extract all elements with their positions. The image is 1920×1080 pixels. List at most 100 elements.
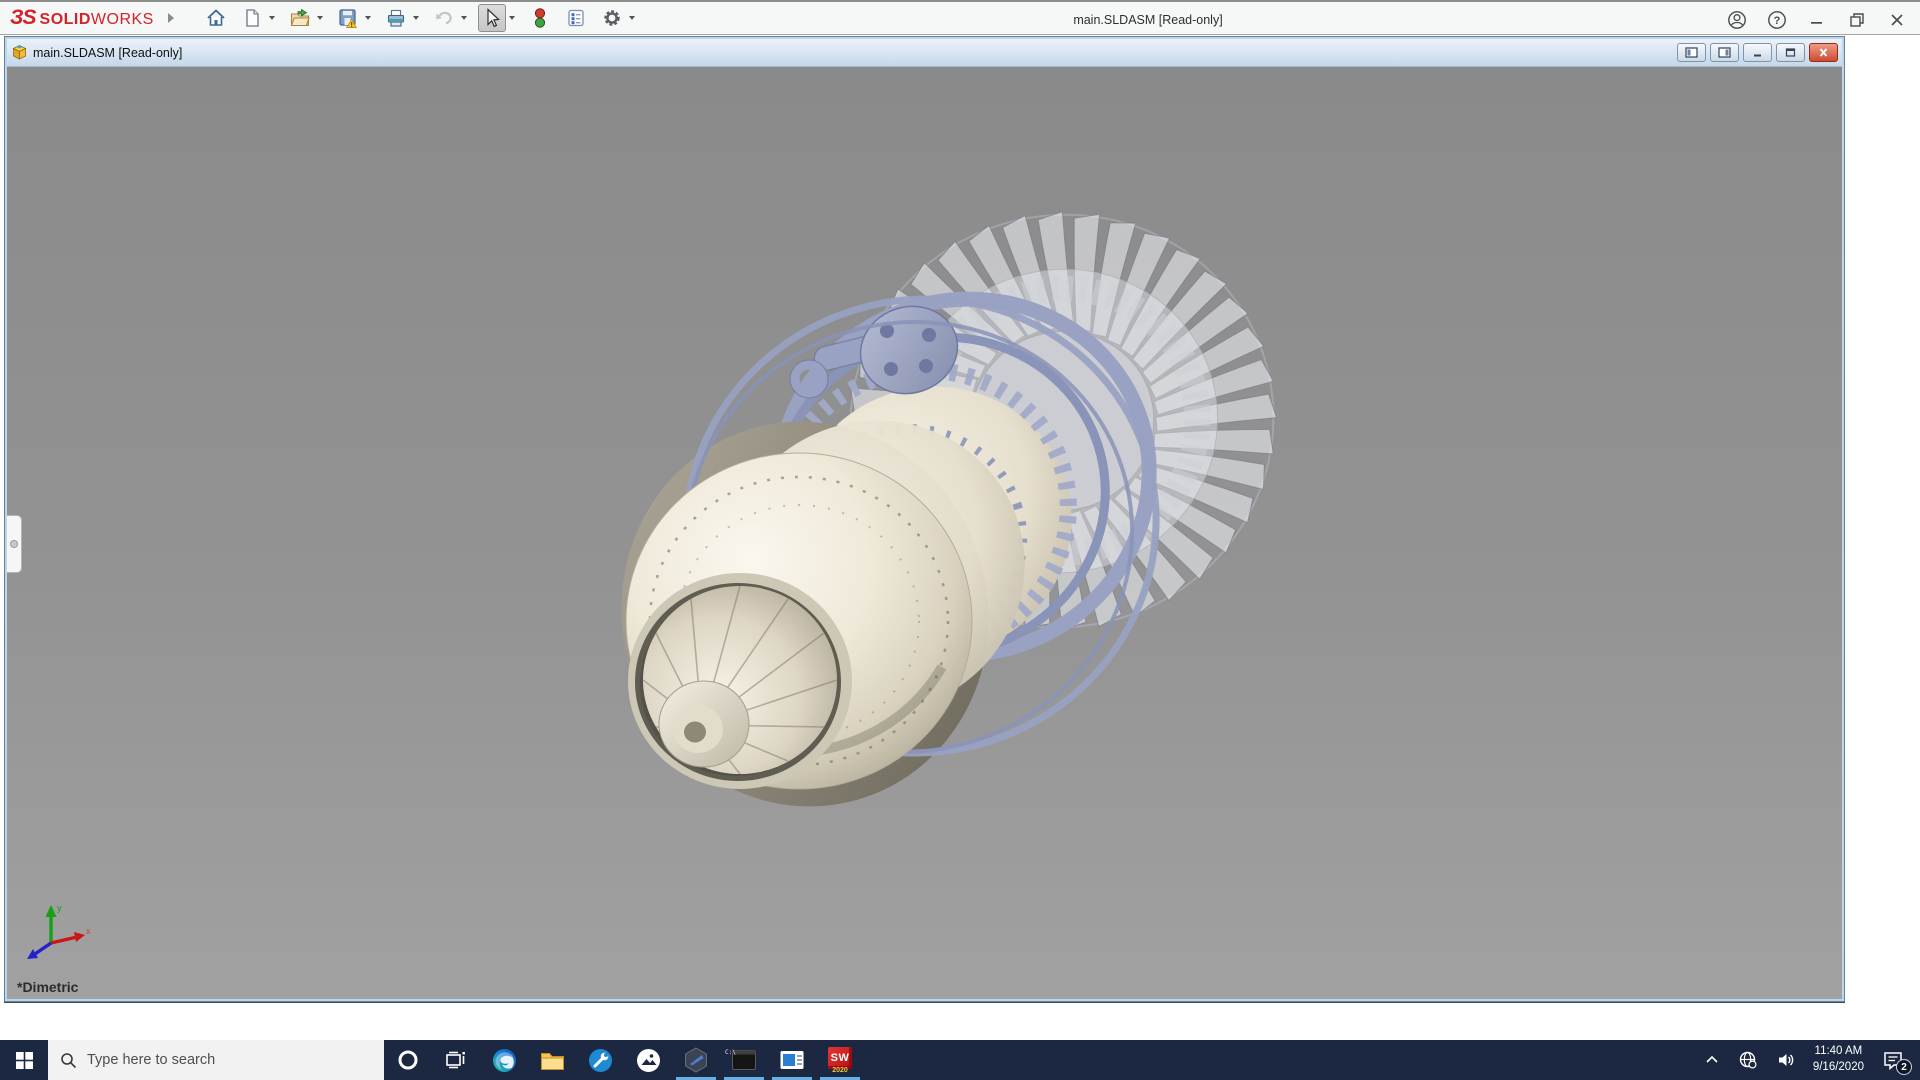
taskbar-app-solidworks[interactable]: SW 2020 xyxy=(816,1040,864,1080)
taskbar-app-tools[interactable] xyxy=(576,1040,624,1080)
solidworks-logo: ЗS SOLID WORKS xyxy=(10,6,154,30)
speaker-icon xyxy=(1778,1054,1794,1066)
help-icon: ? xyxy=(1768,10,1786,29)
traffic-light-icon xyxy=(534,8,545,28)
network-button[interactable] xyxy=(1731,1040,1765,1080)
panel-expand-icon xyxy=(10,540,18,548)
close-icon xyxy=(1891,13,1903,26)
account-icon xyxy=(1728,10,1746,29)
doc-close-icon xyxy=(1819,48,1828,57)
document-window: main.SLDASM [Read-only] y x *Dimetric xyxy=(4,36,1845,1002)
restore-icon xyxy=(1850,12,1864,27)
save-dropdown[interactable] xyxy=(364,16,371,20)
pane-right-icon xyxy=(1718,47,1731,58)
jet-engine-model[interactable] xyxy=(7,67,1842,997)
new-document-dropdown[interactable] xyxy=(268,16,275,20)
file-explorer-icon xyxy=(540,1052,564,1070)
assembly-file-icon xyxy=(12,45,27,60)
orientation-triad: y x xyxy=(27,903,91,959)
cmd-icon-text: C:\ xyxy=(725,1049,736,1056)
wrench-tool-icon xyxy=(588,1048,612,1072)
document-titlebar[interactable]: main.SLDASM [Read-only] xyxy=(7,39,1842,67)
home-icon xyxy=(207,9,225,26)
photos-icon xyxy=(636,1048,660,1072)
options-button[interactable] xyxy=(598,4,626,32)
undo-button[interactable] xyxy=(430,4,458,32)
tray-chevron-button[interactable] xyxy=(1697,1040,1727,1080)
close-button[interactable] xyxy=(1880,6,1914,34)
taskbar-app-media[interactable] xyxy=(768,1040,816,1080)
new-document-icon xyxy=(246,9,259,27)
axis-y-label: y xyxy=(57,903,62,913)
gear-icon xyxy=(604,10,620,26)
logo-name-rest: WORKS xyxy=(90,11,154,28)
feature-manager-collapsed-tab[interactable] xyxy=(7,515,22,573)
document-window-buttons xyxy=(1677,43,1838,62)
minimize-icon xyxy=(1811,21,1822,24)
taskbar-search[interactable] xyxy=(48,1040,384,1080)
desktop: ЗS SOLID WORKS main.SLDASM [Read-only] ?… xyxy=(0,0,1920,1080)
task-view-icon xyxy=(446,1051,465,1069)
print-dropdown[interactable] xyxy=(412,16,419,20)
windows-logo-icon xyxy=(15,1051,33,1069)
pane-left-button[interactable] xyxy=(1677,43,1706,62)
system-tray: 11:40 AM 9/16/2020 2 xyxy=(1697,1040,1920,1080)
save-button[interactable] xyxy=(334,4,362,32)
file-properties-icon xyxy=(568,9,584,27)
taskbar-app-hexagon[interactable] xyxy=(672,1040,720,1080)
undo-icon xyxy=(436,11,452,25)
chevron-up-icon xyxy=(1706,1055,1718,1063)
view-orientation-label: *Dimetric xyxy=(17,979,79,995)
menu-expand-arrow-icon[interactable] xyxy=(167,13,174,23)
search-input[interactable] xyxy=(87,1052,347,1068)
volume-button[interactable] xyxy=(1769,1040,1803,1080)
logo-name-bold: SOLID xyxy=(39,11,91,28)
pane-left-icon xyxy=(1685,47,1698,58)
viewport-3d[interactable]: y x *Dimetric xyxy=(7,67,1842,999)
hexagon-app-icon xyxy=(685,1047,707,1073)
rebuild-button[interactable] xyxy=(526,4,554,32)
doc-close-button[interactable] xyxy=(1809,43,1838,62)
clock-date: 9/16/2020 xyxy=(1812,1061,1864,1073)
open-button[interactable] xyxy=(286,4,314,32)
sw-year: 2020 xyxy=(832,1066,848,1074)
doc-minimize-icon xyxy=(1754,54,1761,57)
open-dropdown[interactable] xyxy=(316,16,323,20)
help-button[interactable]: ? xyxy=(1760,6,1794,34)
action-center-button[interactable]: 2 xyxy=(1874,1040,1912,1080)
pane-right-button[interactable] xyxy=(1710,43,1739,62)
taskbar-clock[interactable]: 11:40 AM 9/16/2020 xyxy=(1807,1044,1870,1075)
doc-restore-button[interactable] xyxy=(1776,43,1805,62)
print-icon xyxy=(387,9,404,27)
minimize-button[interactable] xyxy=(1800,6,1834,34)
taskbar-app-photos[interactable] xyxy=(624,1040,672,1080)
edge-icon xyxy=(492,1048,516,1072)
sw-cube: SW xyxy=(828,1046,852,1069)
home-button[interactable] xyxy=(202,4,230,32)
print-button[interactable] xyxy=(382,4,410,32)
axis-x-label: x xyxy=(86,926,91,936)
undo-dropdown[interactable] xyxy=(460,16,467,20)
cortana-button[interactable] xyxy=(384,1040,432,1080)
account-button[interactable] xyxy=(1720,6,1754,34)
taskbar-app-edge[interactable] xyxy=(480,1040,528,1080)
app-titlebar: ЗS SOLID WORKS main.SLDASM [Read-only] ? xyxy=(0,0,1920,35)
taskbar-app-cmd[interactable]: C:\ xyxy=(720,1040,768,1080)
cursor-icon xyxy=(487,8,500,28)
select-tool-dropdown[interactable] xyxy=(508,16,515,20)
start-button[interactable] xyxy=(0,1040,48,1080)
new-document-button[interactable] xyxy=(238,4,266,32)
select-tool-button[interactable] xyxy=(477,4,506,32)
open-folder-icon xyxy=(290,8,310,27)
restore-button[interactable] xyxy=(1840,6,1874,34)
options-dropdown[interactable] xyxy=(628,16,635,20)
file-properties-button[interactable] xyxy=(562,4,590,32)
doc-minimize-button[interactable] xyxy=(1743,43,1772,62)
task-view-button[interactable] xyxy=(432,1040,480,1080)
cortana-icon xyxy=(398,1050,418,1070)
network-globe-icon xyxy=(1739,1051,1757,1069)
svg-text:?: ? xyxy=(1774,15,1781,27)
media-app-icon xyxy=(780,1051,804,1069)
taskbar-app-file-explorer[interactable] xyxy=(528,1040,576,1080)
solidworks-2020-icon: SW 2020 xyxy=(825,1045,855,1075)
